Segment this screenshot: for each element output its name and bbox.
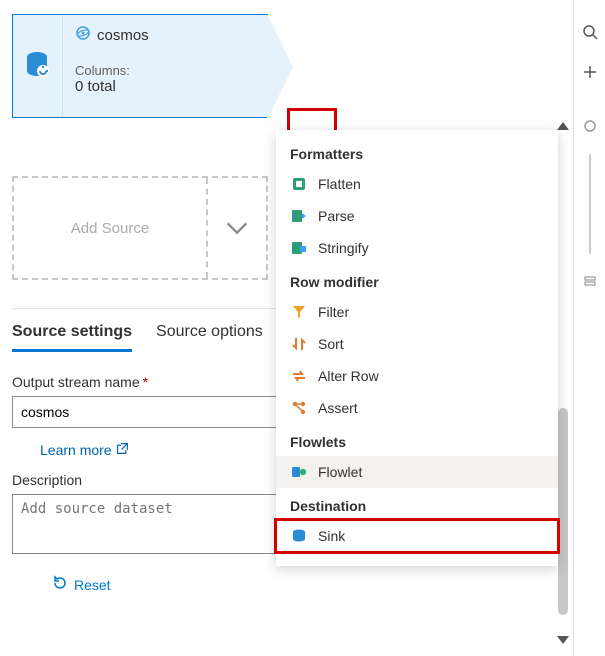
- menu-label: Filter: [318, 304, 349, 320]
- menu-item-sort[interactable]: Sort: [276, 328, 558, 360]
- search-icon[interactable]: [578, 20, 602, 44]
- output-stream-input[interactable]: [12, 396, 282, 428]
- source-node-cosmos[interactable]: cosmos Columns: 0 total: [12, 14, 268, 118]
- tab-source-settings[interactable]: Source settings: [12, 323, 132, 352]
- parse-icon: [290, 207, 308, 225]
- menu-item-alter-row[interactable]: Alter Row: [276, 360, 558, 392]
- menu-header-flowlets: Flowlets: [276, 424, 558, 456]
- description-input[interactable]: [12, 494, 282, 554]
- reset-button[interactable]: Reset: [52, 575, 312, 594]
- datasource-icon: [13, 15, 63, 117]
- menu-item-parse[interactable]: Parse: [276, 200, 558, 232]
- required-asterisk: *: [143, 374, 148, 390]
- menu-label: Flatten: [318, 176, 361, 192]
- right-toolbar: [573, 0, 605, 656]
- add-source-button[interactable]: Add Source: [12, 176, 268, 280]
- menu-label: Alter Row: [318, 368, 379, 384]
- transformation-menu: Formatters Flatten Parse Stringify Row m…: [276, 130, 558, 566]
- add-source-label: Add Source: [14, 220, 206, 237]
- zoom-handle[interactable]: [578, 114, 602, 138]
- reset-label: Reset: [74, 577, 111, 593]
- learn-more-link[interactable]: Learn more: [40, 442, 129, 458]
- learn-more-text: Learn more: [40, 442, 112, 458]
- menu-header-formatters: Formatters: [276, 136, 558, 168]
- menu-item-flowlet[interactable]: Flowlet: [276, 456, 558, 488]
- menu-item-sink[interactable]: Sink: [276, 520, 558, 552]
- filter-icon: [290, 303, 308, 321]
- menu-header-row-modifier: Row modifier: [276, 264, 558, 296]
- zoom-track[interactable]: [589, 154, 591, 254]
- cosmos-icon: [75, 25, 91, 45]
- output-stream-label: Output stream name: [12, 374, 140, 390]
- tab-source-options[interactable]: Source options: [156, 323, 263, 352]
- menu-label: Sink: [318, 528, 345, 544]
- description-label: Description: [12, 472, 312, 488]
- menu-label: Stringify: [318, 240, 369, 256]
- reset-icon: [52, 575, 68, 594]
- stringify-icon: [290, 239, 308, 257]
- assert-icon: [290, 399, 308, 417]
- menu-item-flatten[interactable]: Flatten: [276, 168, 558, 200]
- menu-item-stringify[interactable]: Stringify: [276, 232, 558, 264]
- node-columns-value: 0 total: [75, 78, 255, 95]
- chevron-down-icon[interactable]: [206, 178, 266, 278]
- external-link-icon: [116, 442, 129, 458]
- menu-label: Parse: [318, 208, 355, 224]
- node-columns-label: Columns:: [75, 63, 255, 78]
- node-title: cosmos: [97, 27, 149, 44]
- menu-header-destination: Destination: [276, 488, 558, 520]
- flowlet-icon: [290, 463, 308, 481]
- menu-item-filter[interactable]: Filter: [276, 296, 558, 328]
- menu-label: Flowlet: [318, 464, 362, 480]
- menu-label: Assert: [318, 400, 358, 416]
- layers-icon[interactable]: [578, 270, 602, 294]
- flatten-icon: [290, 175, 308, 193]
- sink-icon: [290, 527, 308, 545]
- menu-label: Sort: [318, 336, 344, 352]
- plus-icon[interactable]: [578, 60, 602, 84]
- alter-row-icon: [290, 367, 308, 385]
- sort-icon: [290, 335, 308, 353]
- menu-item-assert[interactable]: Assert: [276, 392, 558, 424]
